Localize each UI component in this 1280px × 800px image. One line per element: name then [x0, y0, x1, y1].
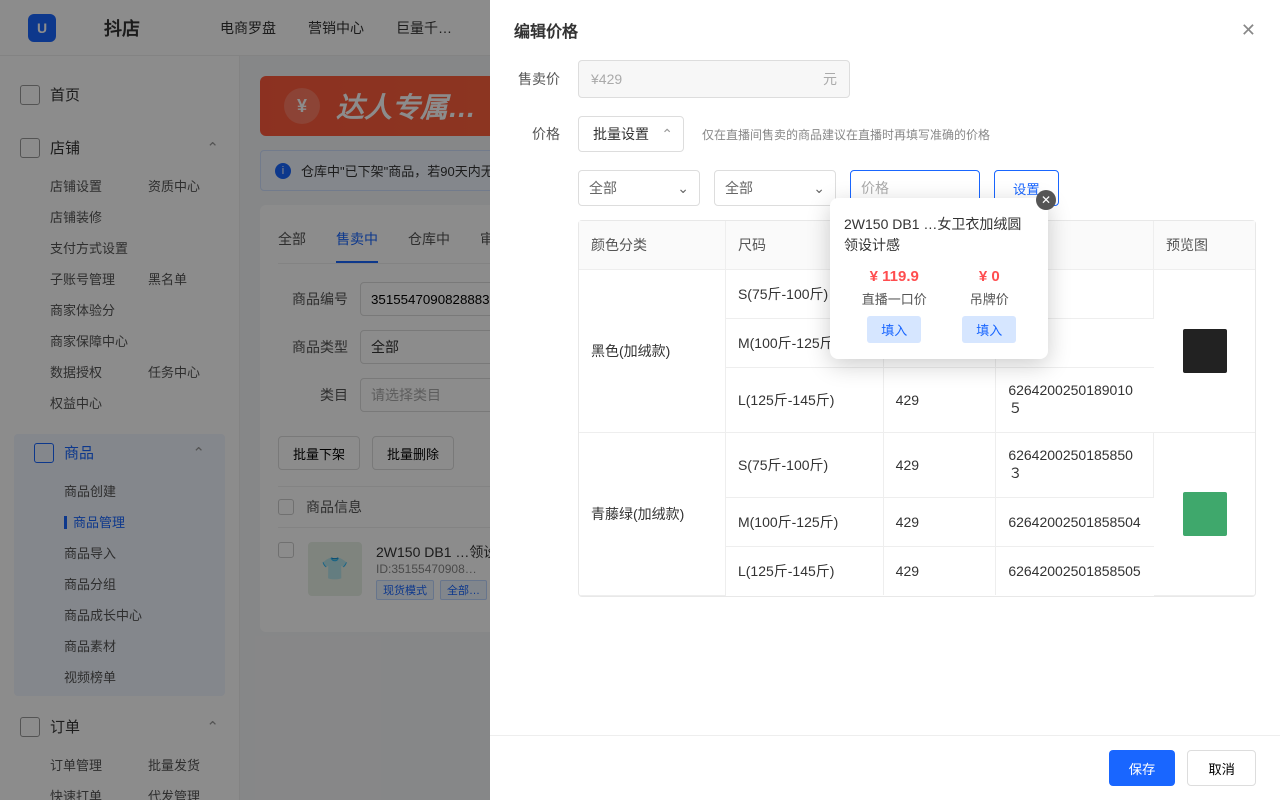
cell-sku: 6264200250185850３ — [996, 433, 1154, 498]
cell-color: 黑色(加绒款) — [579, 270, 725, 433]
fill-tag-button[interactable]: 填入 — [962, 316, 1016, 343]
cell-preview — [1154, 270, 1255, 433]
cell-price[interactable]: 429 — [883, 368, 996, 433]
input-unit: 元 — [823, 69, 837, 89]
cell-size: S(75斤-100斤) — [725, 433, 883, 498]
cell-sku: 62642002501858504 — [996, 498, 1154, 547]
color-filter-select[interactable]: 全部⌄ — [578, 170, 700, 206]
save-button[interactable]: 保存 — [1109, 750, 1176, 786]
chevron-up-icon: ⌃ — [661, 126, 673, 143]
col-preview: 预览图 — [1154, 221, 1255, 270]
batch-set-dropdown[interactable]: 批量设置 ⌃ — [578, 116, 684, 152]
price-suggest-popover: ✕ 2W150 DB1 …女卫衣加绒圆领设计感 ¥ 119.9 直播一口价 填入… — [830, 198, 1048, 359]
col-color: 颜色分类 — [579, 221, 725, 270]
preview-thumb — [1183, 329, 1227, 373]
cell-price[interactable]: 429 — [883, 547, 996, 596]
close-icon[interactable]: ✕ — [1036, 190, 1056, 210]
edit-price-modal: 编辑价格 ✕ 售卖价 ¥429 元 价格 批量设置 ⌃ 仅在直播间售卖的商品建议… — [490, 0, 1280, 800]
tag-price: ¥ 0 — [962, 268, 1016, 285]
chip-label: 批量设置 — [593, 124, 649, 144]
chevron-down-icon: ⌄ — [677, 180, 689, 197]
live-price: ¥ 119.9 — [862, 268, 927, 285]
popover-title: 2W150 DB1 …女卫衣加绒圆领设计感 — [844, 214, 1034, 256]
cell-size: L(125斤-145斤) — [725, 547, 883, 596]
chevron-down-icon: ⌄ — [813, 180, 825, 197]
cell-color: 青藤绿(加绒款) — [579, 433, 725, 596]
field-label: 价格 — [514, 124, 560, 144]
tag-price-label: 吊牌价 — [962, 289, 1016, 308]
cancel-button[interactable]: 取消 — [1187, 750, 1256, 786]
cell-preview — [1154, 433, 1255, 596]
cell-price[interactable]: 429 — [883, 498, 996, 547]
field-label: 售卖价 — [514, 69, 560, 89]
table-row: 青藤绿(加绒款)S(75斤-100斤)4296264200250185850３ — [579, 433, 1255, 498]
fill-live-button[interactable]: 填入 — [867, 316, 921, 343]
cell-size: L(125斤-145斤) — [725, 368, 883, 433]
modal-title: 编辑价格 — [514, 18, 578, 42]
field-hint: 仅在直播间售卖的商品建议在直播时再填写准确的价格 — [702, 126, 990, 143]
cell-sku: 62642002501858505 — [996, 547, 1154, 596]
cell-price[interactable]: 429 — [883, 433, 996, 498]
close-icon[interactable]: ✕ — [1241, 20, 1256, 41]
size-filter-select[interactable]: 全部⌄ — [714, 170, 836, 206]
live-price-label: 直播一口价 — [862, 289, 927, 308]
sell-price-input[interactable]: ¥429 元 — [578, 60, 850, 98]
preview-thumb — [1183, 492, 1227, 536]
cell-size: M(100斤-125斤) — [725, 498, 883, 547]
input-placeholder: ¥429 — [591, 71, 622, 87]
cell-sku: 6264200250189010５ — [996, 368, 1154, 433]
